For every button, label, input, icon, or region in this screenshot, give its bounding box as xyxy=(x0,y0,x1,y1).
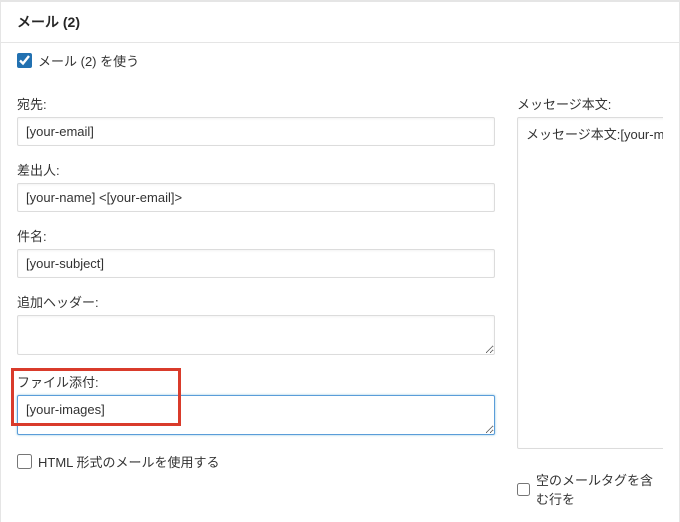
use-html-row[interactable]: HTML 形式のメールを使用する xyxy=(17,452,495,471)
subject-input[interactable] xyxy=(17,249,495,278)
to-label: 宛先: xyxy=(17,94,495,113)
panel-title: メール (2) xyxy=(1,2,679,43)
from-label: 差出人: xyxy=(17,160,495,179)
exclude-blank-checkbox[interactable] xyxy=(517,482,530,497)
use-mail-2-checkbox[interactable] xyxy=(17,53,32,68)
exclude-blank-label: 空のメールタグを含む行を xyxy=(536,470,663,508)
use-mail-2-label: メール (2) を使う xyxy=(38,51,139,70)
body-textarea[interactable] xyxy=(517,117,663,449)
body-label: メッセージ本文: xyxy=(517,94,663,113)
from-input[interactable] xyxy=(17,183,495,212)
headers-textarea[interactable] xyxy=(17,315,495,355)
use-mail-2-row[interactable]: メール (2) を使う xyxy=(17,51,663,70)
use-html-label: HTML 形式のメールを使用する xyxy=(38,452,220,471)
to-input[interactable] xyxy=(17,117,495,146)
use-html-checkbox[interactable] xyxy=(17,454,32,469)
mail-2-panel: メール (2) メール (2) を使う 宛先: 差出人: 件名: 追加ヘッダー: xyxy=(0,1,680,522)
attachment-label: ファイル添付: xyxy=(17,372,495,391)
attachment-textarea[interactable] xyxy=(17,395,495,435)
headers-label: 追加ヘッダー: xyxy=(17,292,495,311)
subject-label: 件名: xyxy=(17,226,495,245)
exclude-blank-row[interactable]: 空のメールタグを含む行を xyxy=(517,470,663,508)
